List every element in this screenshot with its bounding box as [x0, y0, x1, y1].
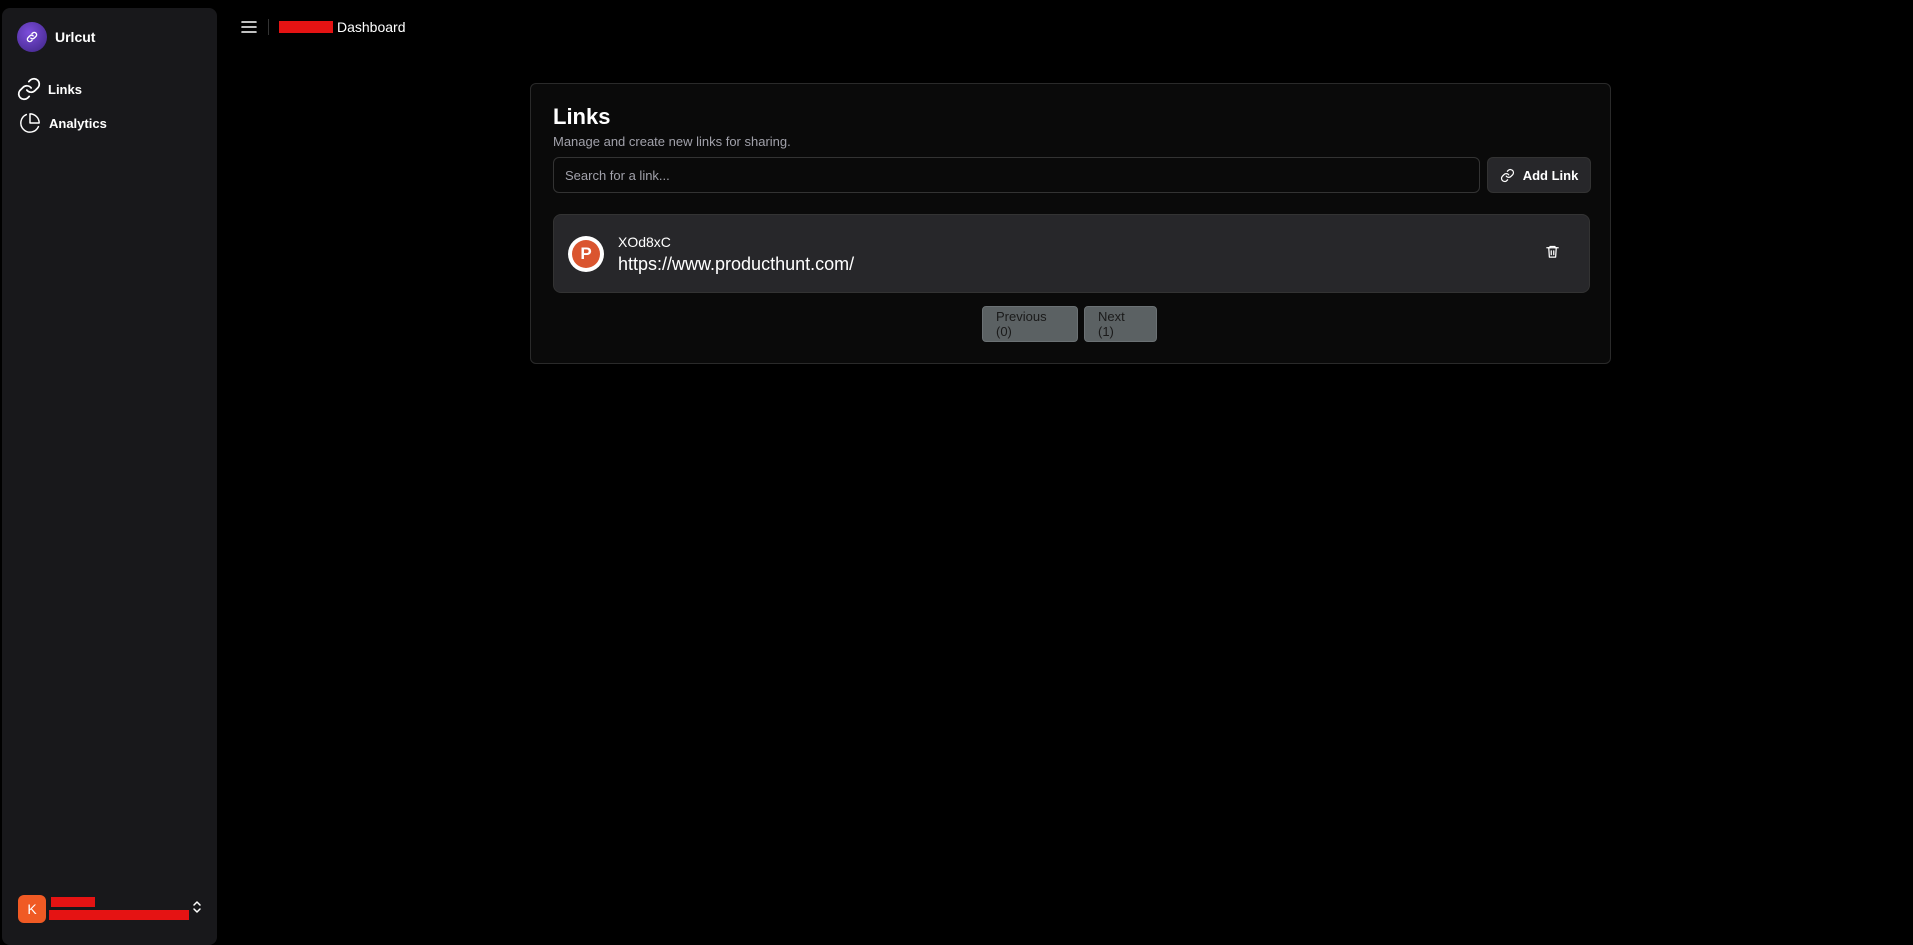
topbar: Dashboard — [240, 18, 406, 36]
page-subtitle: Manage and create new links for sharing. — [553, 134, 791, 149]
page-title: Links — [553, 104, 611, 129]
sidebar: Urlcut Links Analytics K — [2, 8, 217, 945]
list-item[interactable]: P XOd8xC https://www.producthunt.com/ — [553, 214, 1590, 293]
search-input[interactable] — [553, 157, 1480, 193]
producthunt-logo-icon: P — [572, 240, 600, 268]
sidebar-toggle-button[interactable] — [240, 18, 258, 36]
pagination: Previous (0) Next (1) — [982, 306, 1157, 342]
links-card: Links Manage and create new links for sh… — [530, 83, 1611, 364]
sidebar-item-analytics[interactable]: Analytics — [19, 112, 107, 134]
redacted-username — [51, 897, 95, 907]
sidebar-item-label: Analytics — [49, 115, 107, 131]
add-link-button[interactable]: Add Link — [1487, 157, 1591, 193]
add-link-label: Add Link — [1522, 167, 1579, 183]
previous-page-button[interactable]: Previous (0) — [982, 306, 1078, 342]
user-menu[interactable]: K — [18, 895, 203, 925]
short-code[interactable]: XOd8xC — [618, 234, 671, 250]
redacted-breadcrumb — [279, 21, 333, 33]
chevrons-up-down-icon — [193, 901, 201, 913]
topbar-divider — [268, 19, 269, 35]
delete-link-button[interactable] — [1545, 244, 1560, 259]
pie-chart-icon — [20, 113, 40, 133]
link-icon — [17, 77, 41, 101]
avatar: K — [18, 895, 46, 923]
hamburger-menu-icon — [241, 21, 257, 33]
next-page-button[interactable]: Next (1) — [1084, 306, 1157, 342]
redacted-email — [49, 910, 189, 920]
favicon: P — [568, 236, 604, 272]
brand[interactable]: Urlcut — [17, 22, 95, 52]
trash-icon — [1546, 245, 1559, 258]
sidebar-item-links[interactable]: Links — [16, 76, 82, 102]
link-icon — [1500, 168, 1514, 182]
sidebar-item-label: Links — [48, 81, 82, 97]
brand-name: Urlcut — [55, 29, 96, 45]
brand-logo-icon — [17, 22, 47, 52]
destination-url[interactable]: https://www.producthunt.com/ — [618, 254, 854, 275]
breadcrumb[interactable]: Dashboard — [337, 19, 406, 35]
